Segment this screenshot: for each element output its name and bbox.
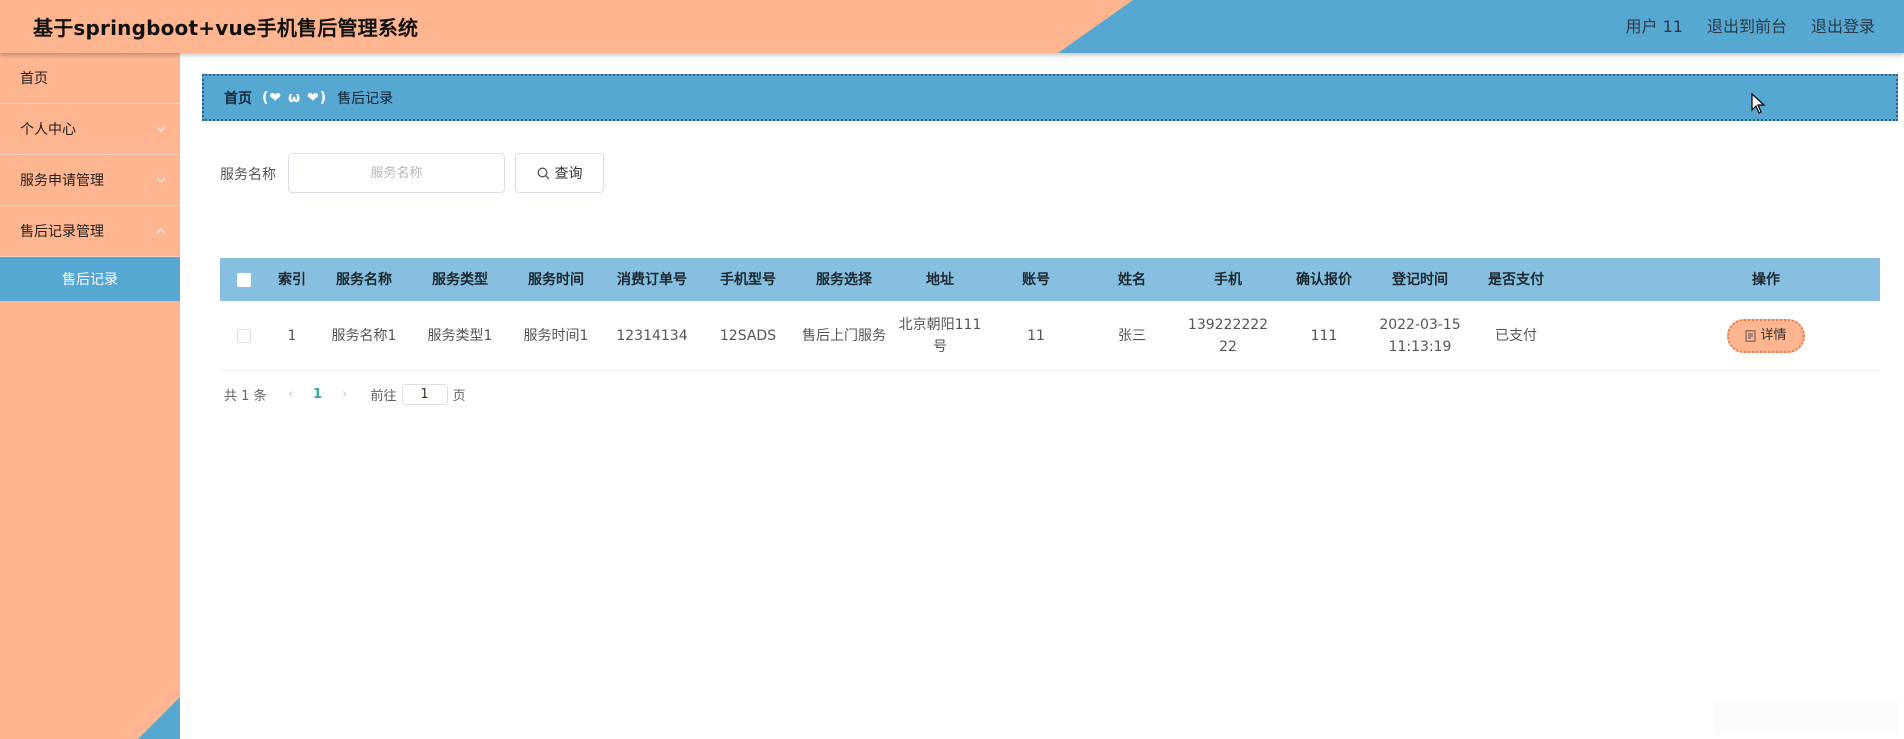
sidebar-item-aftersale-manage[interactable]: 售后记录管理 bbox=[0, 206, 180, 257]
goto-label: 前往 bbox=[370, 388, 397, 404]
pagination-total: 共 1 条 bbox=[224, 388, 267, 404]
cell-actions: 详情 bbox=[1564, 318, 1904, 353]
col-header: 服务时间 bbox=[528, 271, 584, 288]
next-page-icon[interactable]: › bbox=[331, 387, 359, 402]
search-label: 服务名称 bbox=[220, 167, 276, 183]
col-header: 操作 bbox=[1752, 271, 1780, 288]
cell-mobile: 13922222222 bbox=[1187, 316, 1269, 355]
cell-service-name: 服务名称1 bbox=[331, 327, 397, 344]
chevron-down-icon bbox=[156, 228, 166, 234]
cell-service-type: 服务类型1 bbox=[427, 327, 493, 344]
cell-phone-model: 12SADS bbox=[719, 327, 777, 344]
sidebar: 首页 个人中心 服务申请管理 售后记录管理 售后记录 bbox=[0, 53, 180, 739]
sidebar-item-label: 首页 bbox=[20, 71, 48, 87]
detail-button[interactable]: 详情 bbox=[1727, 318, 1805, 353]
logout-link[interactable]: 退出登录 bbox=[1811, 13, 1875, 37]
col-header: 是否支付 bbox=[1488, 271, 1544, 288]
search-button[interactable]: 查询 bbox=[515, 153, 604, 193]
pagination: 共 1 条 ‹ 1 › 前往 页 bbox=[224, 383, 466, 405]
col-header: 服务类型 bbox=[432, 271, 488, 288]
col-header: 账号 bbox=[1022, 271, 1050, 288]
cell-account: 11 bbox=[1027, 327, 1045, 344]
breadcrumb-home[interactable]: 首页 bbox=[224, 88, 252, 108]
cell-quote: 111 bbox=[1310, 327, 1338, 344]
col-header: 服务名称 bbox=[336, 271, 392, 288]
cell-order-no: 12314134 bbox=[616, 327, 688, 344]
col-header: 手机 bbox=[1214, 271, 1242, 288]
cell-service-time: 服务时间1 bbox=[523, 327, 589, 344]
col-header: 服务选择 bbox=[816, 271, 872, 288]
search-input[interactable] bbox=[288, 153, 505, 193]
cell-paid-status: 已支付 bbox=[1495, 327, 1537, 344]
prev-page-icon[interactable]: ‹ bbox=[277, 387, 305, 402]
row-checkbox[interactable] bbox=[237, 328, 251, 343]
select-all-cell bbox=[220, 272, 268, 287]
sidebar-item-label: 服务申请管理 bbox=[20, 173, 104, 189]
detail-button-label: 详情 bbox=[1760, 327, 1787, 343]
row-select-cell bbox=[220, 328, 268, 343]
page-number[interactable]: 1 bbox=[305, 387, 331, 402]
breadcrumb: 首页 (❤ ω ❤) 售后记录 bbox=[202, 74, 1898, 121]
col-header: 登记时间 bbox=[1392, 271, 1448, 288]
sidebar-item-label: 售后记录管理 bbox=[20, 224, 104, 240]
page-suffix: 页 bbox=[452, 388, 466, 404]
cell-register-time: 2022-03-15 11:13:19 bbox=[1379, 316, 1461, 355]
sidebar-item-service-apply[interactable]: 服务申请管理 bbox=[0, 155, 180, 206]
cell-address: 北京朝阳111号 bbox=[898, 316, 982, 355]
col-header: 消费订单号 bbox=[617, 271, 687, 288]
document-icon bbox=[1745, 329, 1756, 342]
corner-overlay bbox=[1713, 700, 1898, 735]
cell-service-choice: 售后上门服务 bbox=[802, 327, 886, 344]
table-row: 1 服务名称1 服务类型1 服务时间1 12314134 12SADS 售后上门… bbox=[220, 301, 1880, 371]
sidebar-subitem-aftersale-record[interactable]: 售后记录 bbox=[0, 257, 180, 301]
col-header: 地址 bbox=[926, 271, 954, 288]
col-header: 姓名 bbox=[1118, 271, 1146, 288]
breadcrumb-current: 售后记录 bbox=[337, 90, 394, 107]
user-label[interactable]: 用户 11 bbox=[1626, 13, 1683, 37]
cell-name: 张三 bbox=[1118, 327, 1146, 344]
front-link[interactable]: 退出到前台 bbox=[1707, 13, 1787, 37]
col-header: 确认报价 bbox=[1296, 271, 1352, 288]
chevron-down-icon bbox=[156, 177, 166, 183]
sidebar-corner-decoration bbox=[138, 697, 180, 739]
app-title: 基于springboot+vue手机售后管理系统 bbox=[33, 16, 419, 40]
top-header: 基于springboot+vue手机售后管理系统 用户 11 退出到前台 退出登… bbox=[0, 0, 1904, 53]
sidebar-item-home[interactable]: 首页 bbox=[0, 53, 180, 104]
search-icon bbox=[537, 167, 549, 179]
col-header: 索引 bbox=[278, 271, 306, 288]
header-actions: 用户 11 退出到前台 退出登录 bbox=[1626, 13, 1875, 37]
goto-page-input[interactable] bbox=[401, 383, 448, 405]
search-button-label: 查询 bbox=[554, 166, 583, 182]
table-header: 索引 服务名称 服务类型 服务时间 消费订单号 手机型号 服务选择 地址 账号 … bbox=[220, 258, 1880, 301]
records-table: 索引 服务名称 服务类型 服务时间 消费订单号 手机型号 服务选择 地址 账号 … bbox=[220, 258, 1880, 371]
mouse-cursor-icon bbox=[1751, 93, 1766, 114]
col-header: 手机型号 bbox=[720, 271, 776, 288]
breadcrumb-separator: (❤ ω ❤) bbox=[262, 89, 328, 106]
cell-index: 1 bbox=[287, 327, 297, 344]
sidebar-item-personal-center[interactable]: 个人中心 bbox=[0, 104, 180, 155]
select-all-checkbox[interactable] bbox=[237, 272, 251, 287]
sidebar-item-label: 个人中心 bbox=[20, 122, 76, 138]
chevron-down-icon bbox=[156, 126, 166, 132]
